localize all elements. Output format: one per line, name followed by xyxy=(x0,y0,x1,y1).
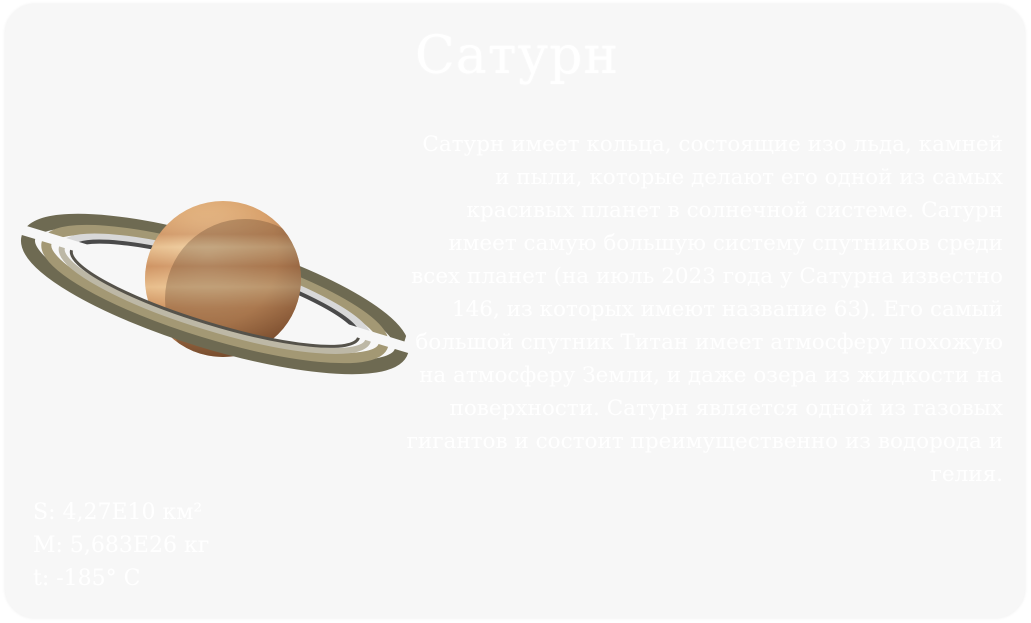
temperature-stat: t: -185° C xyxy=(33,566,141,591)
planet-card: Сатурн Сатурн имеет кольца, состоящие из… xyxy=(5,4,1025,618)
area-stat: S: 4,27E10 км² xyxy=(33,500,203,525)
planet-description: Сатурн имеет кольца, состоящие изо льда,… xyxy=(406,132,1003,487)
saturn-icon xyxy=(21,201,410,375)
planet-stats: S: 4,27E10 км² M: 5,683E26 кг t: -185° C xyxy=(33,496,209,595)
saturn-image xyxy=(15,189,410,379)
planet-title: Сатурн xyxy=(415,26,620,86)
mass-stat: M: 5,683E26 кг xyxy=(33,533,210,558)
